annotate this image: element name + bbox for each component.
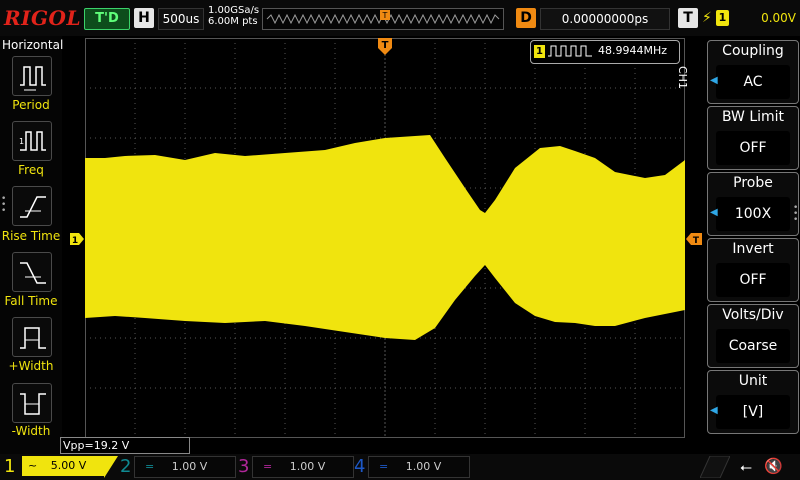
ch2-scale-box[interactable]: = 1.00 V [134, 456, 236, 478]
bw-limit-value: OFF [716, 131, 790, 165]
svg-text:T: T [382, 11, 388, 20]
probe-title: Probe [733, 175, 773, 191]
memory-position-strip[interactable]: T [262, 8, 504, 30]
period-icon [20, 66, 46, 91]
period-label: Period [12, 98, 50, 112]
ch1-scale: 5.00 V [50, 459, 87, 472]
waveform-display[interactable] [85, 38, 685, 438]
horizontal-label: H [134, 8, 154, 28]
negative-width-button[interactable] [12, 383, 52, 423]
delay-value[interactable]: 0.00000000ps [540, 8, 670, 30]
trigger-source-badge: 1 [716, 10, 729, 26]
vpp-measurement: Vpp=19.2 V [60, 437, 190, 454]
frequency-value: 48.9944MHz [598, 44, 668, 57]
volts-div-softkey[interactable]: Volts/Div Coarse [707, 304, 799, 368]
select-arrow-icon: ◀ [710, 207, 718, 218]
acquisition-info: 1.00GSa/s 6.00M pts [208, 5, 259, 27]
ch3-number[interactable]: 3 [238, 456, 249, 477]
fall-time-label: Fall Time [4, 294, 58, 308]
timebase-value[interactable]: 500us [158, 8, 204, 30]
negative-width-label: -Width [11, 424, 51, 438]
sample-rate: 1.00GSa/s [208, 5, 260, 16]
usb-icon: ⭠ [740, 458, 753, 476]
dc-coupling-icon: = [145, 460, 155, 473]
svg-text:T: T [382, 40, 389, 51]
fall-time-icon [20, 262, 46, 284]
trigger-level-value[interactable]: 0.00V [734, 8, 796, 28]
volts-div-value: Coarse [716, 329, 790, 363]
menu-title: Horizontal [2, 38, 64, 52]
scroll-dots: • • • [793, 203, 799, 225]
rise-time-button[interactable] [12, 186, 52, 226]
bw-limit-softkey[interactable]: BW Limit OFF [707, 106, 799, 170]
frequency-channel-badge: 1 [534, 45, 545, 58]
rise-time-icon [20, 196, 46, 218]
dc-coupling-icon: = [263, 460, 273, 473]
ch2-scale: 1.00 V [171, 460, 208, 473]
probe-value: 100X [716, 197, 790, 231]
period-button[interactable] [12, 56, 52, 96]
square-wave-icon [548, 45, 592, 57]
positive-width-icon [20, 327, 46, 349]
trigger-level-marker[interactable]: T [686, 233, 702, 245]
invert-softkey[interactable]: Invert OFF [707, 238, 799, 302]
channel-menu-label: CH1 [676, 66, 689, 89]
dc-coupling-icon: = [379, 460, 389, 473]
ch1-scale-box[interactable]: ~ 5.00 V [22, 456, 104, 476]
rise-time-label: Rise Time [1, 229, 61, 243]
memory-depth: 6.00M pts [208, 16, 258, 27]
ac-coupling-icon: ~ [28, 459, 38, 472]
unit-value: [V] [716, 395, 790, 429]
run-state-badge[interactable]: T'D [84, 8, 130, 30]
ch1-tab-corner [104, 456, 118, 478]
select-arrow-icon: ◀ [710, 405, 718, 416]
ch1-offset-marker[interactable]: 1 [70, 233, 84, 245]
invert-value: OFF [716, 263, 790, 297]
rising-edge-icon: ⚡ [702, 10, 712, 26]
trigger-label: T [678, 8, 698, 28]
select-arrow-icon: ◀ [710, 75, 718, 86]
svg-text:1: 1 [72, 236, 78, 245]
ch1-waveform [85, 135, 685, 340]
coupling-value: AC [716, 65, 790, 99]
delay-label: D [516, 8, 536, 28]
positive-width-button[interactable] [12, 317, 52, 357]
status-divider [700, 456, 730, 478]
trigger-position-marker[interactable]: T [378, 38, 392, 56]
negative-width-icon [20, 393, 46, 415]
speaker-muted-icon[interactable]: 🔇 [764, 457, 783, 475]
coupling-title: Coupling [722, 43, 784, 59]
scroll-dots: • • • [1, 194, 7, 216]
volts-div-title: Volts/Div [722, 307, 784, 323]
probe-softkey[interactable]: Probe 100X ◀ [707, 172, 799, 236]
memory-strip-graphic: T [266, 10, 500, 25]
svg-text:T: T [693, 236, 700, 245]
fall-time-button[interactable] [12, 252, 52, 292]
positive-width-label: +Width [8, 359, 54, 373]
frequency-button[interactable]: 1 [12, 121, 52, 161]
bw-limit-title: BW Limit [721, 109, 785, 125]
frequency-icon: 1 [19, 131, 46, 151]
ch4-scale-box[interactable]: = 1.00 V [368, 456, 470, 478]
svg-text:1: 1 [19, 137, 24, 146]
rigol-logo: RIGOL [4, 6, 82, 30]
ch2-number[interactable]: 2 [120, 456, 131, 477]
unit-title: Unit [738, 373, 768, 389]
ch3-scale-box[interactable]: = 1.00 V [252, 456, 354, 478]
ch4-number[interactable]: 4 [354, 456, 365, 477]
unit-softkey[interactable]: Unit [V] ◀ [707, 370, 799, 434]
ch4-scale: 1.00 V [405, 460, 442, 473]
ch3-scale: 1.00 V [289, 460, 326, 473]
ch1-number[interactable]: 1 [4, 456, 15, 477]
coupling-softkey[interactable]: Coupling AC ◀ [707, 40, 799, 104]
frequency-label: Freq [18, 163, 44, 177]
invert-title: Invert [732, 241, 774, 257]
